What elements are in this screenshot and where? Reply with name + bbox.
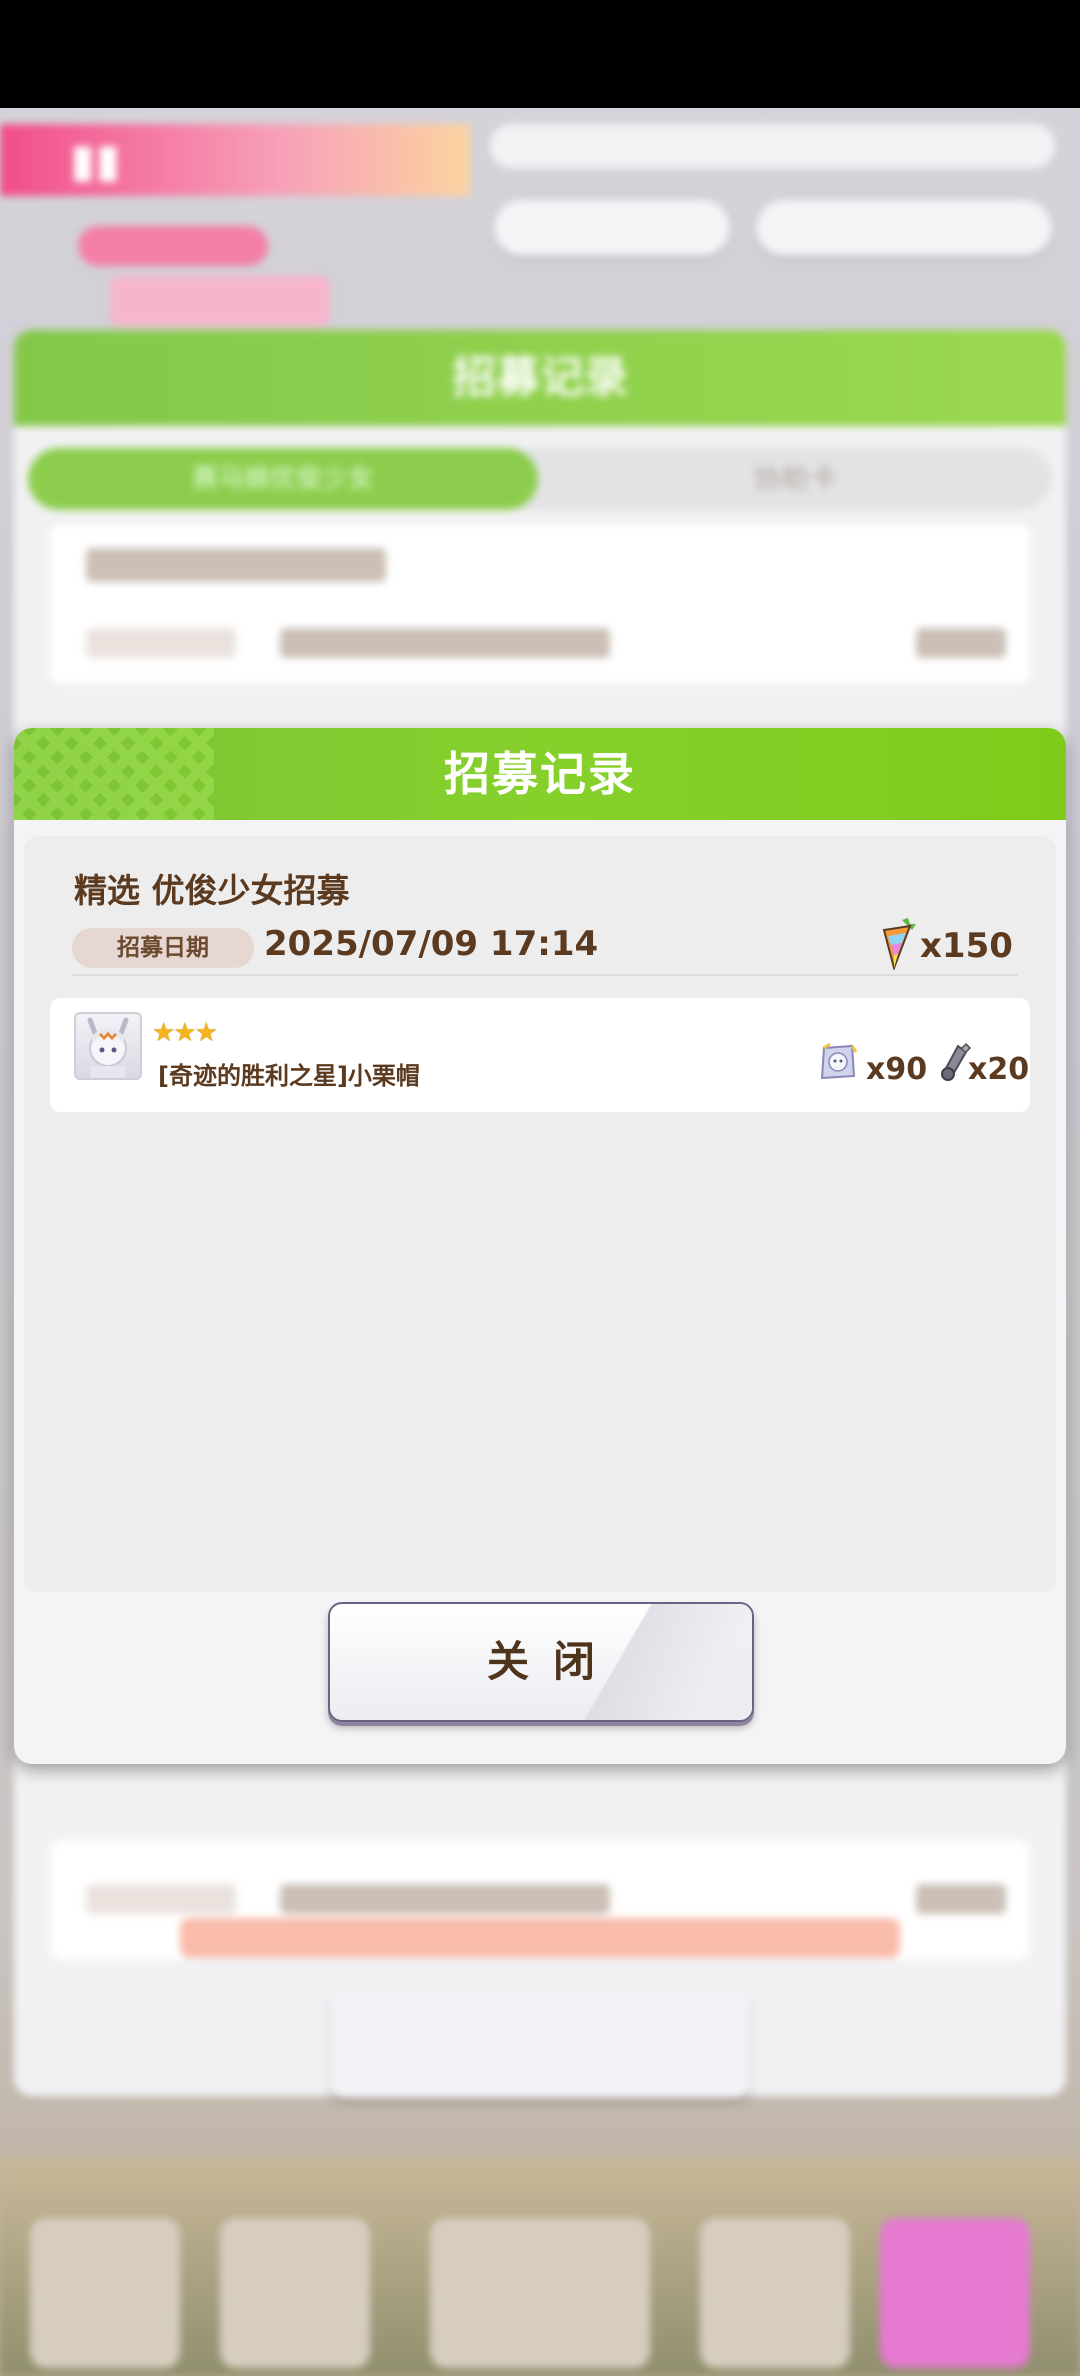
dialog-title: 招募记录 <box>444 747 636 801</box>
top-banner: ▮▮ <box>0 124 470 196</box>
background-tabs: 赛马娘优俊少女 协助卡 <box>28 448 1052 510</box>
recruit-record-dialog: 招募记录 精选 优俊少女招募 招募日期 2025/07/09 17:14 x15… <box>14 728 1066 1764</box>
status-bar <box>0 0 1080 108</box>
character-portrait-icon <box>87 1017 129 1078</box>
record-date: 2025/07/09 17:14 <box>264 924 599 964</box>
record-title: 精选 优俊少女招募 <box>74 871 350 910</box>
date-badge: 招募日期 <box>72 928 254 968</box>
character-piece-icon <box>820 1042 858 1080</box>
background-nav-item <box>700 2218 850 2368</box>
close-button-label: 关闭 <box>486 1637 619 1686</box>
top-button-right <box>756 200 1052 256</box>
resource-bar <box>490 124 1055 168</box>
background-nav-item <box>30 2218 180 2368</box>
piece-count: x90 <box>866 1052 928 1087</box>
background-nav-item <box>430 2218 650 2368</box>
background-dialog-title: 招募记录 <box>14 330 1066 426</box>
character-name: [奇迹的胜利之星]小栗帽 <box>158 1062 420 1090</box>
banner-text <box>110 276 330 326</box>
background-tab-support-card: 协助卡 <box>752 462 837 495</box>
background-close-button <box>330 1990 750 2098</box>
record-cost: x150 <box>920 926 1013 966</box>
ticket-count: x20 <box>968 1052 1030 1087</box>
dialog-header: 招募记录 <box>14 728 1066 820</box>
record-divider <box>72 974 1018 976</box>
rarity-stars: ★★★ <box>152 1018 218 1048</box>
carrot-jewel-icon <box>882 918 916 970</box>
background-nav-item <box>220 2218 370 2368</box>
trainer-ticket-icon <box>941 1042 972 1081</box>
result-row: ★★★ [奇迹的胜利之星]小栗帽 x90 x20 <box>50 998 1030 1112</box>
background-nav-item <box>880 2218 1030 2368</box>
background-tab-umamusume: 赛马娘优俊少女 <box>28 448 538 510</box>
character-avatar <box>74 1012 142 1080</box>
close-button[interactable]: 关闭 <box>328 1602 754 1722</box>
background-notice <box>180 1918 900 1958</box>
background-record-card <box>50 524 1030 684</box>
top-button-left <box>494 200 730 256</box>
banner-pill <box>78 226 268 266</box>
